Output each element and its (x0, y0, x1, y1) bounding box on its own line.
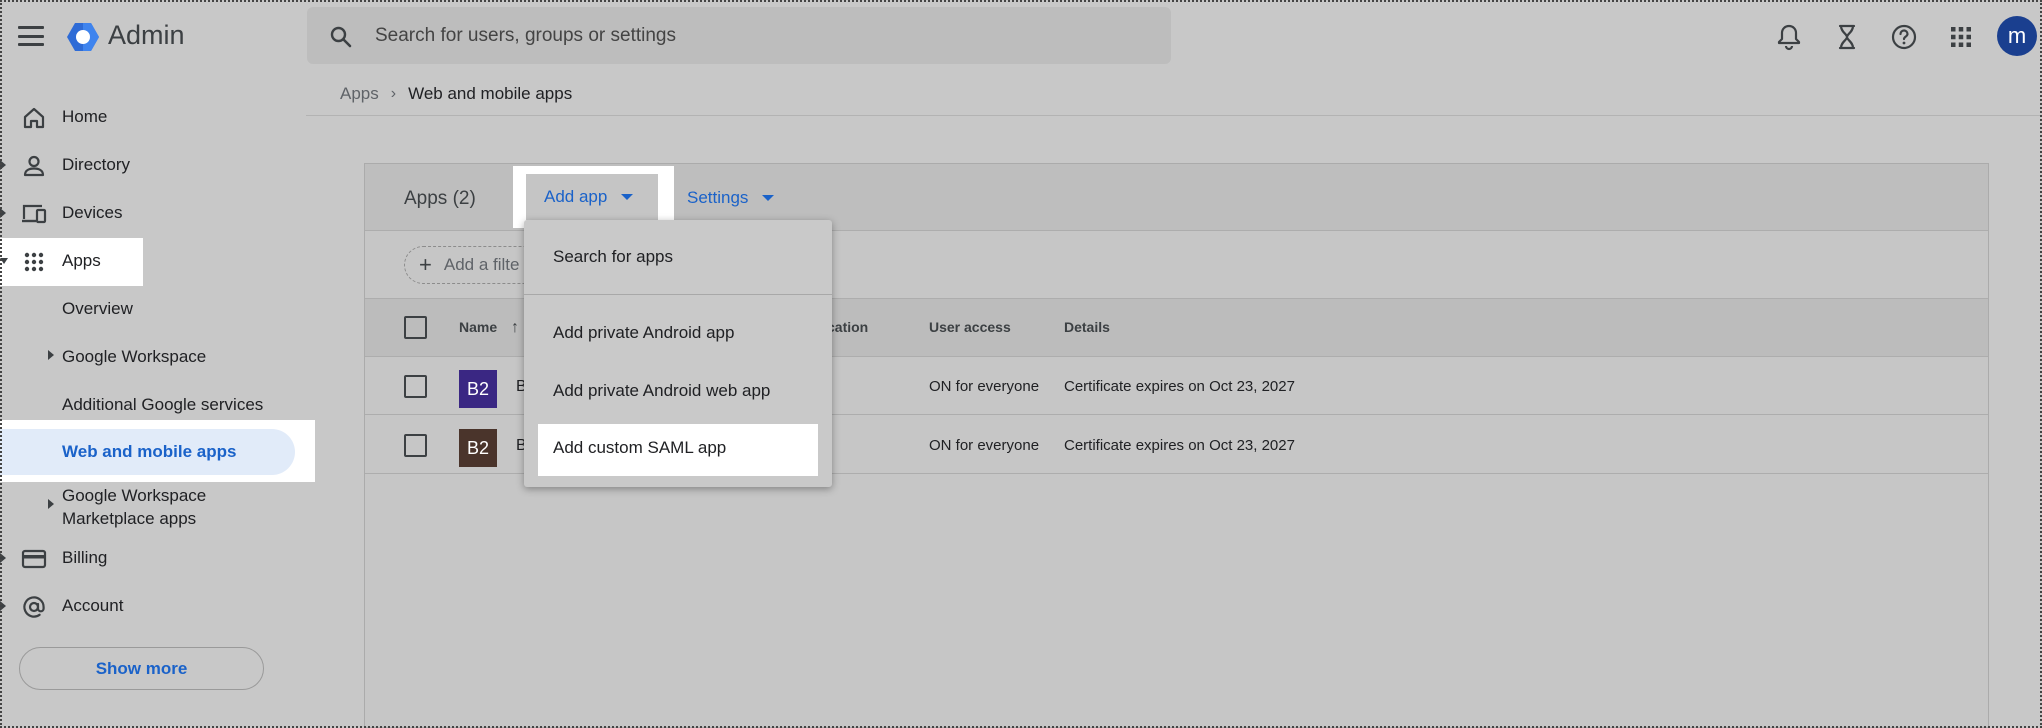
menu-item-add-custom-saml-app[interactable]: Add custom SAML app (524, 438, 832, 458)
divider (306, 115, 2042, 116)
menu-divider (524, 294, 832, 295)
sidebar-item-label: Apps (62, 251, 101, 270)
menu-item-add-android-app[interactable]: Add private Android app (524, 323, 832, 343)
menu-icon[interactable] (18, 26, 44, 46)
person-icon (23, 155, 45, 177)
sidebar-item-apps[interactable]: Apps (0, 238, 300, 284)
google-cloud-logo[interactable] (66, 20, 100, 54)
add-filter-label: Add a filte (443, 255, 520, 274)
plus-icon: + (419, 252, 432, 277)
dropdown-arrow-icon (762, 195, 775, 201)
details-value: Certificate expires on Oct 23, 2027 (1064, 378, 1295, 395)
app-icon: B2 (459, 429, 497, 467)
sidebar-item-billing[interactable]: Billing (0, 535, 300, 581)
sidebar-item-account[interactable]: Account (0, 583, 300, 629)
breadcrumb-apps[interactable]: Apps (340, 84, 379, 104)
menu-item-add-android-web-app[interactable]: Add private Android web app (524, 381, 832, 401)
help-icon[interactable] (1889, 22, 1919, 52)
add-app-label: Add app (544, 187, 608, 206)
row-checkbox[interactable] (404, 375, 427, 398)
collapse-arrow-icon[interactable] (0, 258, 8, 266)
hourglass-icon[interactable] (1832, 22, 1862, 52)
breadcrumb-current: Web and mobile apps (408, 84, 573, 103)
sidebar-item-marketplace[interactable]: Google Workspace Marketplace apps (62, 484, 206, 530)
sidebar-item-label: Web and mobile apps (62, 442, 237, 461)
sidebar-item-overview[interactable]: Overview (62, 299, 133, 319)
marketplace-line2: Marketplace apps (62, 509, 197, 528)
details-value: Certificate expires on Oct 23, 2027 (1064, 437, 1295, 454)
apps-grid-icon[interactable] (1946, 22, 1976, 52)
sidebar-item-label: Account (62, 596, 124, 615)
sidebar-item-devices[interactable]: Devices (0, 190, 300, 236)
settings-label: Settings (687, 188, 749, 207)
row-checkbox[interactable] (404, 434, 427, 457)
sort-up-arrow-icon: ↑ (511, 319, 520, 336)
breadcrumb: Apps › Web and mobile apps (340, 84, 572, 104)
bell-icon[interactable] (1774, 22, 1804, 52)
at-sign-icon (23, 596, 45, 618)
sidebar-item-label: Home (62, 107, 108, 126)
column-name-label: Name (459, 319, 498, 335)
search-input[interactable]: Search for users, groups or settings (375, 25, 676, 47)
sidebar-item-label: Directory (62, 155, 131, 174)
dropdown-arrow-icon (621, 194, 634, 200)
credit-card-icon (21, 549, 47, 569)
chevron-right-icon: › (390, 85, 397, 102)
sidebar-item-directory[interactable]: Directory (0, 142, 300, 188)
search-icon (330, 26, 352, 48)
sidebar-item-label: Devices (62, 203, 123, 222)
sidebar-item-home[interactable]: Home (0, 94, 300, 140)
brand-name[interactable]: Admin (108, 20, 185, 51)
add-app-dropdown-menu: Search for apps Add private Android app … (524, 220, 832, 487)
show-more-button[interactable]: Show more (19, 647, 264, 690)
home-icon (23, 107, 45, 129)
sidebar-item-google-workspace[interactable]: Google Workspace (62, 347, 206, 367)
expand-arrow-icon[interactable] (48, 350, 54, 360)
select-all-checkbox[interactable] (404, 316, 427, 339)
column-name[interactable]: Name ↑ (459, 319, 519, 337)
app-icon: B2 (459, 370, 497, 408)
column-authentication[interactable]: cation (827, 319, 868, 335)
sidebar-item-label: Billing (62, 548, 108, 567)
expand-arrow-icon[interactable] (48, 499, 54, 509)
user-access-value: ON for everyone (929, 437, 1040, 454)
settings-button[interactable]: Settings (687, 188, 775, 208)
marketplace-line1: Google Workspace (62, 486, 207, 505)
column-details[interactable]: Details (1064, 319, 1110, 335)
apps-grid-icon (24, 252, 44, 272)
sidebar-item-additional-services[interactable]: Additional Google services (62, 395, 263, 415)
devices-icon (22, 204, 47, 224)
top-bar: Admin Search for users, groups or settin… (0, 0, 2042, 72)
apps-count-title: Apps (2) (404, 188, 476, 209)
add-app-button[interactable]: Add app (526, 174, 658, 220)
column-user-access[interactable]: User access (929, 319, 1011, 335)
menu-item-search-apps[interactable]: Search for apps (524, 247, 832, 267)
search-bar[interactable]: Search for users, groups or settings (307, 7, 1171, 64)
avatar[interactable]: m (1997, 16, 2037, 56)
user-access-value: ON for everyone (929, 378, 1040, 395)
